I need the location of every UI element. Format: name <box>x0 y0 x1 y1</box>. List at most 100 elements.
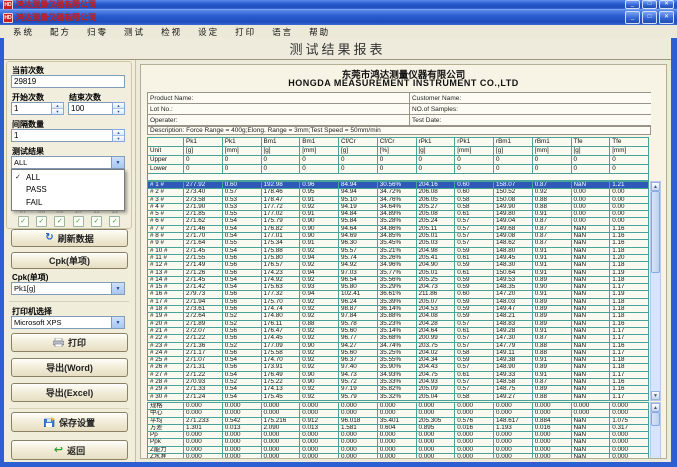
info-field[interactable]: Product Name: <box>148 93 409 103</box>
channel-checkbox[interactable]: ✓ <box>54 216 65 227</box>
data-row[interactable]: # 30 #271.240.54175.450.9295.7935.32%205… <box>148 393 649 400</box>
maximize-button[interactable]: □ <box>642 11 657 24</box>
menu-item[interactable]: 测试 <box>117 26 152 38</box>
channel-checkbox[interactable]: ✓ <box>91 216 102 227</box>
save-settings-button[interactable]: 保存设置 <box>11 412 128 432</box>
start-count-stepper[interactable]: 1 ▲ ▼ <box>11 102 64 115</box>
info-field[interactable]: Operater: <box>148 115 409 125</box>
menu-item[interactable]: 设定 <box>191 26 226 38</box>
end-count-value[interactable]: 100 <box>68 102 112 115</box>
printer-select[interactable]: Microsoft XPS ▼ <box>11 316 125 329</box>
close-button[interactable]: ✕ <box>659 11 674 24</box>
data-row[interactable]: # 21 #272.070.56176.470.9295.6035.14%204… <box>148 327 649 334</box>
start-count-value[interactable]: 1 <box>11 102 51 115</box>
data-row[interactable]: # 4 #271.900.53177.720.9294.1934.64%205.… <box>148 203 649 210</box>
minimize-button[interactable]: _ <box>625 11 640 24</box>
data-scrollbar[interactable]: ▲ ▼ <box>650 181 661 401</box>
data-row[interactable]: # 7 #271.460.54176.820.9094.6434.86%205.… <box>148 225 649 232</box>
data-row[interactable]: # 17 #271.940.56175.700.9296.2435.39%205… <box>148 298 649 305</box>
info-field[interactable]: NO.of Samples: <box>410 104 651 114</box>
scroll-down-icon[interactable]: ▼ <box>651 391 660 400</box>
scroll-thumb[interactable] <box>651 191 660 273</box>
refresh-data-button[interactable]: ↻ 刷新数据 <box>11 229 128 247</box>
data-row[interactable]: # 10 #271.450.54175.880.9295.5735.21%204… <box>148 247 649 254</box>
menu-item[interactable]: 打印 <box>228 26 263 38</box>
dropdown-option[interactable]: PASS <box>12 184 124 196</box>
data-row[interactable]: # 16 #279.730.56177.320.94102.4136.61%21… <box>148 291 649 298</box>
data-row[interactable]: # 28 #270.930.52175.220.9095.7235.33%204… <box>148 379 649 386</box>
data-row[interactable]: # 14 #271.450.54174.920.9296.5435.56%205… <box>148 276 649 283</box>
chevron-down-icon[interactable]: ▼ <box>111 317 124 328</box>
data-row[interactable]: # 20 #271.890.52176.110.8895.7835.23%204… <box>148 320 649 327</box>
cpk-button[interactable]: Cpk(单项) <box>11 252 128 269</box>
scroll-thumb[interactable] <box>651 412 660 426</box>
scroll-track[interactable] <box>651 273 660 391</box>
data-row[interactable]: # 25 #271.070.54174.700.9296.3735.55%204… <box>148 357 649 364</box>
channel-checkbox[interactable]: ✓ <box>18 216 29 227</box>
menu-item[interactable]: 归零 <box>80 26 115 38</box>
chevron-down-icon[interactable]: ▼ <box>111 157 124 168</box>
summary-row[interactable]: Ppk0.0000.0000.0000.0000.0000.0000.0000.… <box>148 439 649 446</box>
maximize-icon[interactable]: □ <box>642 0 657 9</box>
dropdown-option[interactable]: FAIL <box>12 197 124 209</box>
channel-checkbox[interactable]: ✓ <box>36 216 47 227</box>
summary-row[interactable]: Z能力0.0000.0000.0000.0000.0000.0000.0000.… <box>148 446 649 453</box>
data-row[interactable]: # 3 #273.580.53178.470.9195.1034.76%206.… <box>148 196 649 203</box>
data-row[interactable]: # 13 #271.260.56174.230.9497.0335.77%205… <box>148 269 649 276</box>
data-row[interactable]: # 2 #273.400.57178.460.9594.9434.72%206.… <box>148 189 649 196</box>
header-row[interactable]: Unit[g][mm][g][mm][g][%][g][mm][g][mm][g… <box>148 147 649 156</box>
data-row[interactable]: # 12 #271.490.56176.570.9294.9234.96%204… <box>148 262 649 269</box>
minimize-icon[interactable]: _ <box>625 0 640 9</box>
data-row[interactable]: # 6 #271.620.54175.790.9095.8435.28%205.… <box>148 218 649 225</box>
data-row[interactable]: # 29 #271.330.54174.130.9297.1935.82%205… <box>148 386 649 393</box>
summary-row[interactable]: 方差1.3010.0132.0900.0131.5810.6040.8950.0… <box>148 424 649 431</box>
header-row[interactable]: Upper000000000000 <box>148 156 649 165</box>
data-row[interactable]: # 1 #277.920.60192.980.9684.9430.56%204.… <box>148 182 649 189</box>
summary-scrollbar[interactable]: ▲ ▼ <box>650 402 661 459</box>
channel-checkbox[interactable]: ✓ <box>109 216 120 227</box>
interval-stepper[interactable]: 1 ▲ ▼ <box>11 129 125 142</box>
spinner-down-icon[interactable]: ▼ <box>52 108 63 114</box>
data-row[interactable]: # 27 #271.220.54176.490.9094.7334.93%204… <box>148 371 649 378</box>
data-row[interactable]: # 9 #271.640.55175.340.9196.3035.45%205.… <box>148 240 649 247</box>
info-field[interactable]: Customer Name: <box>410 93 651 103</box>
info-field[interactable]: Lot No.: <box>148 104 409 114</box>
data-row[interactable]: # 22 #271.220.56174.450.9296.7735.68%200… <box>148 335 649 342</box>
data-row[interactable]: # 5 #271.850.55177.020.9194.8434.89%205.… <box>148 211 649 218</box>
summary-row[interactable]: Z水准0.0000.0000.0000.0000.0000.0000.0000.… <box>148 453 649 459</box>
spinner-down-icon[interactable]: ▼ <box>113 135 124 141</box>
export-excel-button[interactable]: 导出(Excel) <box>11 383 128 402</box>
data-row[interactable]: # 15 #271.420.54175.630.9395.8035.29%204… <box>148 284 649 291</box>
close-icon[interactable]: ✕ <box>659 0 674 9</box>
dropdown-option[interactable]: ✓ALL <box>12 171 124 183</box>
summary-row[interactable]: 平均271.2330.542175.2160.91296.01835.40120… <box>148 417 649 424</box>
menu-item[interactable]: 帮助 <box>302 26 337 38</box>
scroll-up-icon[interactable]: ▲ <box>651 403 660 412</box>
summary-row[interactable]: Pp0.0000.0000.0000.0000.0000.0000.0000.0… <box>148 432 649 439</box>
info-field[interactable]: Test Date: <box>410 115 651 125</box>
summary-row[interactable]: 规格0.0000.0000.0000.0000.0000.0000.0000.0… <box>148 402 649 409</box>
data-row[interactable]: # 18 #273.610.56174.740.9298.8736.14%204… <box>148 306 649 313</box>
spinner-down-icon[interactable]: ▼ <box>113 108 124 114</box>
print-button[interactable]: 打印 <box>11 333 128 352</box>
scroll-up-icon[interactable]: ▲ <box>651 182 660 191</box>
cpk-select[interactable]: Pk1[g] ▼ <box>11 282 125 295</box>
test-result-select[interactable]: ALL ▼ <box>11 156 125 169</box>
menu-item[interactable]: 检视 <box>154 26 189 38</box>
scroll-track[interactable] <box>651 426 660 459</box>
header-row[interactable]: Pk1Pk1Bm1Bm1Cf/CrCf/CrrPk1rPk1rBm1rBm1Tf… <box>148 138 649 147</box>
back-button[interactable]: ↩ 返回 <box>11 440 128 460</box>
current-count-input[interactable]: 29819 <box>11 75 125 88</box>
menu-item[interactable]: 配方 <box>43 26 78 38</box>
end-count-stepper[interactable]: 100 ▲ ▼ <box>68 102 125 115</box>
data-row[interactable]: # 11 #271.550.56175.800.9495.7435.26%205… <box>148 254 649 261</box>
menu-item[interactable]: 系统 <box>6 26 41 38</box>
data-row[interactable]: # 19 #272.640.52174.800.9297.8435.88%204… <box>148 313 649 320</box>
export-word-button[interactable]: 导出(Word) <box>11 358 128 377</box>
menu-item[interactable]: 语言 <box>265 26 300 38</box>
channel-checkbox[interactable]: ✓ <box>73 216 84 227</box>
chevron-down-icon[interactable]: ▼ <box>111 283 124 294</box>
data-row[interactable]: # 23 #271.360.52177.090.9094.2734.74%203… <box>148 342 649 349</box>
summary-row[interactable]: 中心0.0000.0000.0000.0000.0000.0000.0000.0… <box>148 410 649 417</box>
data-row[interactable]: # 24 #271.170.56175.580.9295.6035.25%204… <box>148 349 649 356</box>
